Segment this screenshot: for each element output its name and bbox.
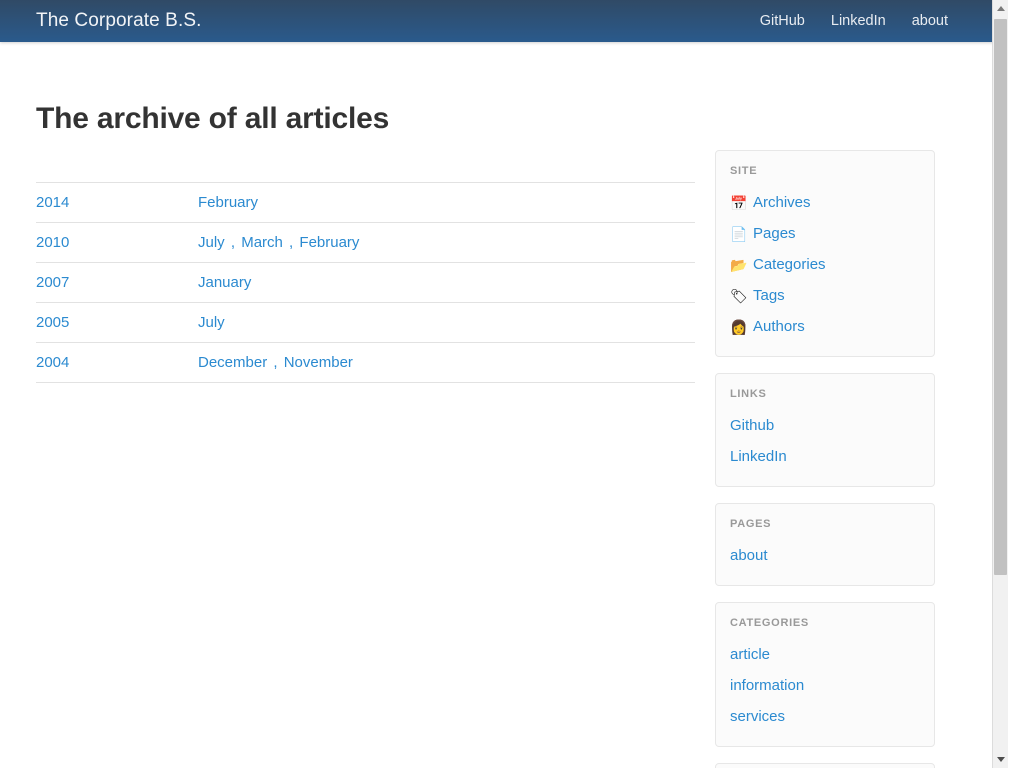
sidebar-item-archives[interactable]: Archives	[753, 190, 811, 215]
archive-table: 2014 February 2010 July , March , February 2…	[36, 182, 695, 383]
navbar-links: GitHub LinkedIn about	[760, 13, 972, 29]
widget-list: Github LinkedIn	[730, 410, 920, 472]
archive-year-cell: 2007	[36, 262, 198, 303]
table-row: 2010 July , March , February	[36, 222, 695, 263]
list-item: article	[730, 639, 920, 670]
archive-month-link[interactable]: December	[198, 354, 267, 371]
widget-list: article information services	[730, 639, 920, 732]
list-item: 📂 Categories	[730, 249, 920, 280]
sidebar-item-article[interactable]: article	[730, 646, 770, 663]
scrollbar-thumb[interactable]	[994, 19, 1007, 575]
archive-month-link[interactable]: March	[241, 234, 283, 251]
nav-link-linkedin[interactable]: LinkedIn	[831, 13, 886, 29]
content-area: The archive of all articles 2014 February…	[0, 42, 1008, 768]
archive-month-link[interactable]: July	[198, 234, 225, 251]
month-separator: ,	[226, 234, 240, 251]
archive-year-cell: 2010	[36, 222, 198, 263]
month-separator: ,	[269, 354, 282, 371]
list-item: Github	[730, 410, 920, 441]
sidebar-widget-site: SITE 📅 Archives 📄 Pages 📂 Categories 🏷 Tags 👩 Auth…	[715, 150, 935, 357]
scroll-up-button[interactable]	[993, 0, 1008, 17]
list-item: LinkedIn	[730, 441, 920, 472]
calendar-icon: 📅	[730, 194, 748, 211]
nav-link-about[interactable]: about	[912, 13, 948, 29]
archive-year-link[interactable]: 2010	[36, 234, 69, 251]
list-item: 📅 Archives	[730, 187, 920, 218]
list-item: 👩 Authors	[730, 311, 920, 342]
archive-year-cell: 2004	[36, 342, 198, 383]
table-row: 2004 December , November	[36, 342, 695, 383]
person-icon: 👩	[730, 318, 748, 335]
archive-month-link[interactable]: November	[284, 354, 353, 371]
widget-list: about	[730, 540, 920, 571]
archive-year-link[interactable]: 2005	[36, 314, 69, 331]
widget-title: LINKS	[730, 388, 767, 400]
sidebar-item-pages[interactable]: Pages	[753, 221, 796, 246]
archive-month-link[interactable]: July	[198, 314, 225, 331]
widget-list: 📅 Archives 📄 Pages 📂 Categories 🏷 Tags 👩 Authors	[730, 187, 920, 342]
list-item: information	[730, 670, 920, 701]
archive-months-cell: January	[198, 262, 695, 303]
archive-months-cell: July , March , February	[198, 222, 695, 263]
widget-title: PAGES	[730, 518, 772, 530]
scroll-down-button[interactable]	[993, 751, 1008, 768]
list-item: 🏷 Tags	[730, 280, 920, 311]
archive-year-cell: 2005	[36, 302, 198, 343]
archive-year-link[interactable]: 2014	[36, 194, 69, 211]
archive-months-cell: February	[198, 182, 695, 223]
sidebar-widget-pages: PAGES about	[715, 503, 935, 586]
chevron-up-icon	[996, 6, 1005, 11]
archive-year-link[interactable]: 2007	[36, 274, 69, 291]
sidebar-item-services[interactable]: services	[730, 708, 785, 725]
chevron-down-icon	[996, 757, 1005, 762]
sidebar-widget-categories: CATEGORIES article information services	[715, 602, 935, 747]
sidebar-item-about[interactable]: about	[730, 547, 768, 564]
page-title: The archive of all articles	[36, 102, 390, 135]
table-row: 2014 February	[36, 182, 695, 223]
top-navbar: The Corporate B.S. GitHub LinkedIn about	[0, 0, 1008, 42]
sidebar-item-github[interactable]: Github	[730, 417, 774, 434]
table-row: 2005 July	[36, 302, 695, 343]
vertical-scrollbar[interactable]	[992, 0, 1008, 768]
sidebar: SITE 📅 Archives 📄 Pages 📂 Categories 🏷 Tags 👩 Auth…	[715, 42, 955, 768]
archive-months-cell: December , November	[198, 342, 695, 383]
table-row: 2007 January	[36, 262, 695, 303]
site-brand-link[interactable]: The Corporate B.S.	[36, 10, 202, 32]
archive-year-cell: 2014	[36, 182, 198, 223]
archive-year-link[interactable]: 2004	[36, 354, 69, 371]
sidebar-item-tags[interactable]: Tags	[753, 283, 785, 308]
sidebar-item-information[interactable]: information	[730, 677, 804, 694]
nav-link-github[interactable]: GitHub	[760, 13, 805, 29]
folder-icon: 📂	[730, 256, 748, 273]
archive-month-link[interactable]: February	[299, 234, 359, 251]
list-item: services	[730, 701, 920, 732]
sidebar-widget-links: LINKS Github LinkedIn	[715, 373, 935, 487]
tag-icon: 🏷	[730, 287, 748, 304]
sidebar-item-authors[interactable]: Authors	[753, 314, 805, 339]
sidebar-widget-tags: TAGSinfrastructures	[715, 763, 935, 768]
list-item: 📄 Pages	[730, 218, 920, 249]
sidebar-item-linkedin[interactable]: LinkedIn	[730, 448, 787, 465]
month-separator: ,	[284, 234, 298, 251]
sidebar-item-categories[interactable]: Categories	[753, 252, 826, 277]
widget-title: CATEGORIES	[730, 617, 809, 629]
archive-table-body: 2014 February 2010 July , March , February 2…	[36, 182, 695, 383]
archive-month-link[interactable]: January	[198, 274, 251, 291]
page-icon: 📄	[730, 225, 748, 242]
page-viewport: The Corporate B.S. GitHub LinkedIn about…	[0, 0, 1008, 768]
main-column: The archive of all articles 2014 February…	[0, 42, 695, 383]
widget-title: SITE	[730, 165, 758, 177]
archive-months-cell: July	[198, 302, 695, 343]
list-item: about	[730, 540, 920, 571]
archive-month-link[interactable]: February	[198, 194, 258, 211]
